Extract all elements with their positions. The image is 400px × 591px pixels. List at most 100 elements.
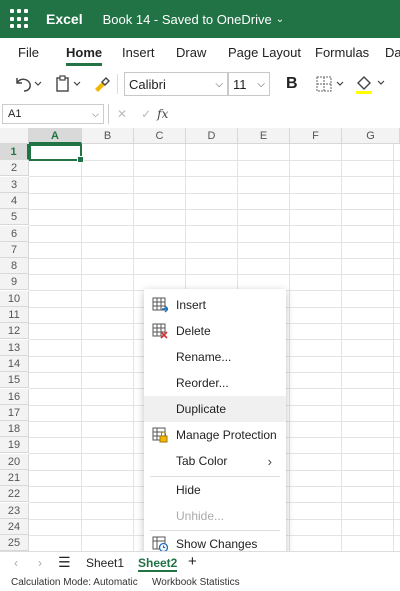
chevron-down-icon: ⌵ bbox=[257, 78, 265, 90]
tab-file[interactable]: File bbox=[18, 45, 39, 60]
row-header[interactable]: 21 bbox=[0, 470, 29, 486]
fill-color-button[interactable] bbox=[354, 74, 388, 94]
tab-formulas[interactable]: Formulas bbox=[315, 45, 369, 60]
font-size-select[interactable]: 11 ⌵ bbox=[228, 72, 270, 96]
row-header[interactable]: 18 bbox=[0, 421, 29, 438]
app-launcher-icon[interactable] bbox=[10, 9, 30, 29]
column-header[interactable]: F bbox=[290, 128, 342, 144]
grid-line bbox=[29, 208, 400, 210]
tab-page-layout[interactable]: Page Layout bbox=[228, 45, 301, 60]
menu-item-tab-color[interactable]: Tab Color › bbox=[144, 448, 286, 474]
add-sheet-button[interactable]: + bbox=[188, 553, 197, 570]
bold-button[interactable]: B bbox=[286, 74, 298, 94]
row-header[interactable]: 10 bbox=[0, 290, 29, 307]
delete-sheet-icon bbox=[152, 323, 168, 339]
chevron-down-icon: ⌵ bbox=[215, 78, 223, 90]
grid-line bbox=[289, 144, 290, 551]
row-header[interactable]: 7 bbox=[0, 241, 29, 258]
calculation-mode[interactable]: Calculation Mode: Automatic bbox=[11, 577, 138, 588]
menu-item-reorder[interactable]: Reorder... bbox=[144, 370, 286, 396]
toolbar-divider bbox=[117, 74, 118, 94]
menu-item-delete[interactable]: Delete bbox=[144, 318, 286, 344]
row-header[interactable]: 3 bbox=[0, 176, 29, 193]
menu-item-manage-protection[interactable]: Manage Protection bbox=[144, 422, 286, 448]
tab-draw[interactable]: Draw bbox=[176, 45, 206, 60]
format-painter-button[interactable] bbox=[92, 74, 112, 94]
name-box[interactable]: A1 ⌵ bbox=[2, 104, 104, 124]
row-header[interactable]: 1 bbox=[0, 144, 29, 160]
tab-data[interactable]: Da bbox=[385, 45, 400, 60]
borders-button[interactable] bbox=[315, 74, 349, 94]
check-icon: ✓ bbox=[141, 107, 152, 121]
chevron-down-icon: ⌵ bbox=[92, 109, 99, 119]
menu-item-label: Insert bbox=[176, 298, 207, 312]
document-title[interactable]: Book 14 - Saved to OneDrive ⌄ bbox=[103, 12, 284, 27]
row-header[interactable]: 15 bbox=[0, 372, 29, 389]
grid-line bbox=[341, 144, 342, 551]
row-header[interactable]: 12 bbox=[0, 323, 29, 340]
formula-input[interactable]: ✕ ✓ fx bbox=[108, 104, 400, 124]
grid-line bbox=[29, 274, 400, 276]
menu-item-duplicate[interactable]: Duplicate bbox=[144, 396, 286, 422]
row-header[interactable]: 9 bbox=[0, 274, 29, 291]
column-header[interactable]: A bbox=[29, 128, 82, 144]
grid-line bbox=[29, 225, 400, 227]
row-header[interactable]: 24 bbox=[0, 518, 29, 535]
active-cell-selection[interactable] bbox=[29, 144, 84, 163]
menu-item-label: Delete bbox=[176, 324, 211, 338]
row-header[interactable]: 23 bbox=[0, 502, 29, 519]
row-header[interactable]: 22 bbox=[0, 486, 29, 503]
menu-item-label: Tab Color bbox=[176, 454, 228, 468]
function-icon[interactable]: fx bbox=[157, 107, 168, 121]
font-name-select[interactable]: Calibri ⌵ bbox=[124, 72, 228, 96]
font-name-value: Calibri bbox=[129, 76, 166, 92]
row-header[interactable]: 16 bbox=[0, 388, 29, 405]
all-sheets-menu-icon[interactable]: ☰ bbox=[58, 554, 71, 571]
fill-color-icon bbox=[356, 76, 385, 94]
row-header[interactable]: 2 bbox=[0, 160, 29, 177]
menu-item-label: Show Changes bbox=[176, 537, 258, 551]
menu-item-hide[interactable]: Hide bbox=[144, 477, 286, 503]
workbook-statistics[interactable]: Workbook Statistics bbox=[152, 577, 240, 588]
select-all-corner[interactable] bbox=[0, 128, 29, 144]
row-header[interactable]: 25 bbox=[0, 535, 29, 551]
sheet-context-menu: Insert Delete Rename... Reorder... Dupli… bbox=[144, 289, 286, 561]
row-header[interactable]: 20 bbox=[0, 453, 29, 470]
row-header[interactable]: 19 bbox=[0, 437, 29, 454]
column-header[interactable]: G bbox=[342, 128, 400, 144]
column-header[interactable]: D bbox=[186, 128, 238, 144]
tab-insert[interactable]: Insert bbox=[122, 45, 155, 60]
menu-item-unhide: Unhide... bbox=[144, 503, 286, 529]
insert-sheet-icon bbox=[152, 297, 168, 313]
menu-item-insert[interactable]: Insert bbox=[144, 292, 286, 318]
sheet-tab-active[interactable]: Sheet2 bbox=[138, 556, 178, 572]
undo-icon bbox=[16, 78, 42, 92]
grid-line bbox=[393, 144, 394, 551]
column-header[interactable]: B bbox=[82, 128, 134, 144]
undo-button[interactable] bbox=[12, 74, 42, 94]
row-header[interactable]: 11 bbox=[0, 307, 29, 323]
menu-item-rename[interactable]: Rename... bbox=[144, 344, 286, 370]
column-header[interactable]: E bbox=[238, 128, 290, 144]
scroll-right-icon[interactable]: › bbox=[38, 556, 42, 570]
app-name[interactable]: Excel bbox=[46, 11, 83, 27]
column-header[interactable]: C bbox=[134, 128, 186, 144]
row-header[interactable]: 8 bbox=[0, 258, 29, 275]
grid-line bbox=[29, 160, 400, 161]
row-header[interactable]: 4 bbox=[0, 192, 29, 209]
menu-item-label: Hide bbox=[176, 483, 201, 497]
protect-sheet-icon bbox=[152, 427, 168, 443]
grid-line bbox=[29, 241, 400, 243]
scroll-left-icon[interactable]: ‹ bbox=[14, 556, 18, 570]
sheet-tab[interactable]: Sheet1 bbox=[86, 556, 124, 570]
status-bar: Calculation Mode: Automatic Workbook Sta… bbox=[0, 575, 400, 591]
paste-button[interactable] bbox=[54, 74, 84, 94]
row-header[interactable]: 6 bbox=[0, 225, 29, 242]
row-header[interactable]: 5 bbox=[0, 209, 29, 226]
title-bar: Excel Book 14 - Saved to OneDrive ⌄ bbox=[0, 0, 400, 38]
show-changes-icon bbox=[152, 536, 168, 552]
row-header[interactable]: 13 bbox=[0, 339, 29, 356]
row-header[interactable]: 14 bbox=[0, 355, 29, 372]
row-header[interactable]: 17 bbox=[0, 404, 29, 421]
tab-home[interactable]: Home bbox=[66, 45, 103, 66]
